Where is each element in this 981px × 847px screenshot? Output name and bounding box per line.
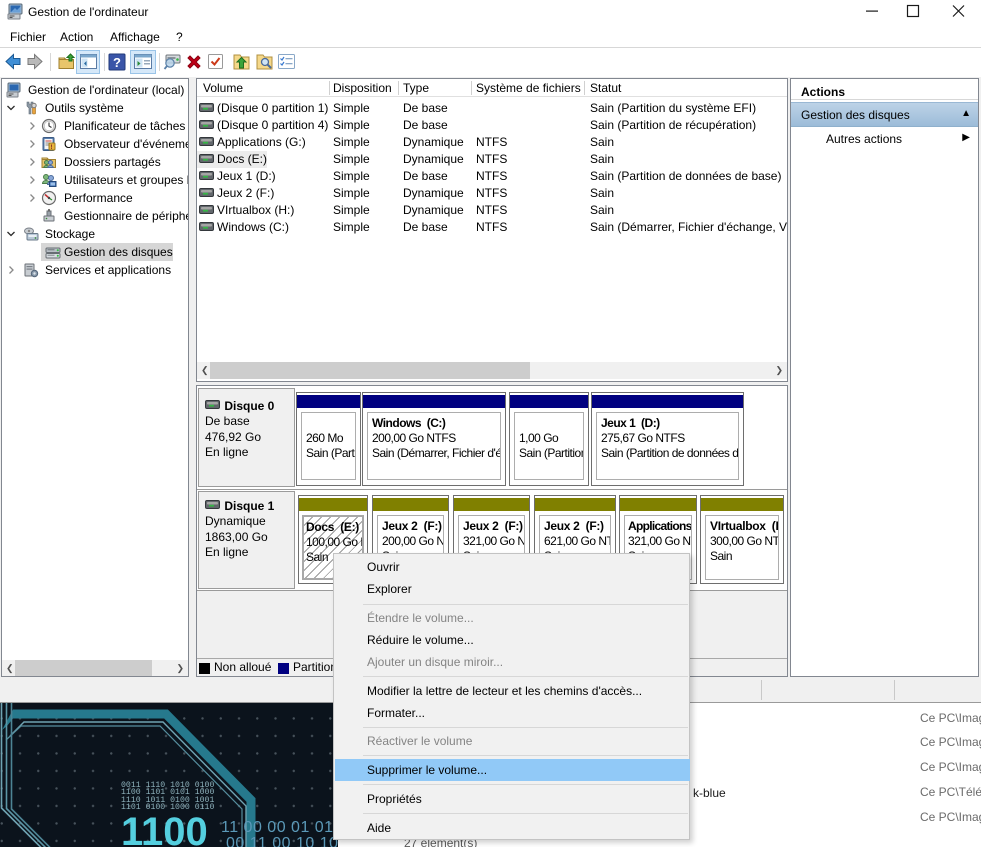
svg-text:!: ! [51, 145, 53, 151]
svg-text:?: ? [113, 55, 121, 70]
